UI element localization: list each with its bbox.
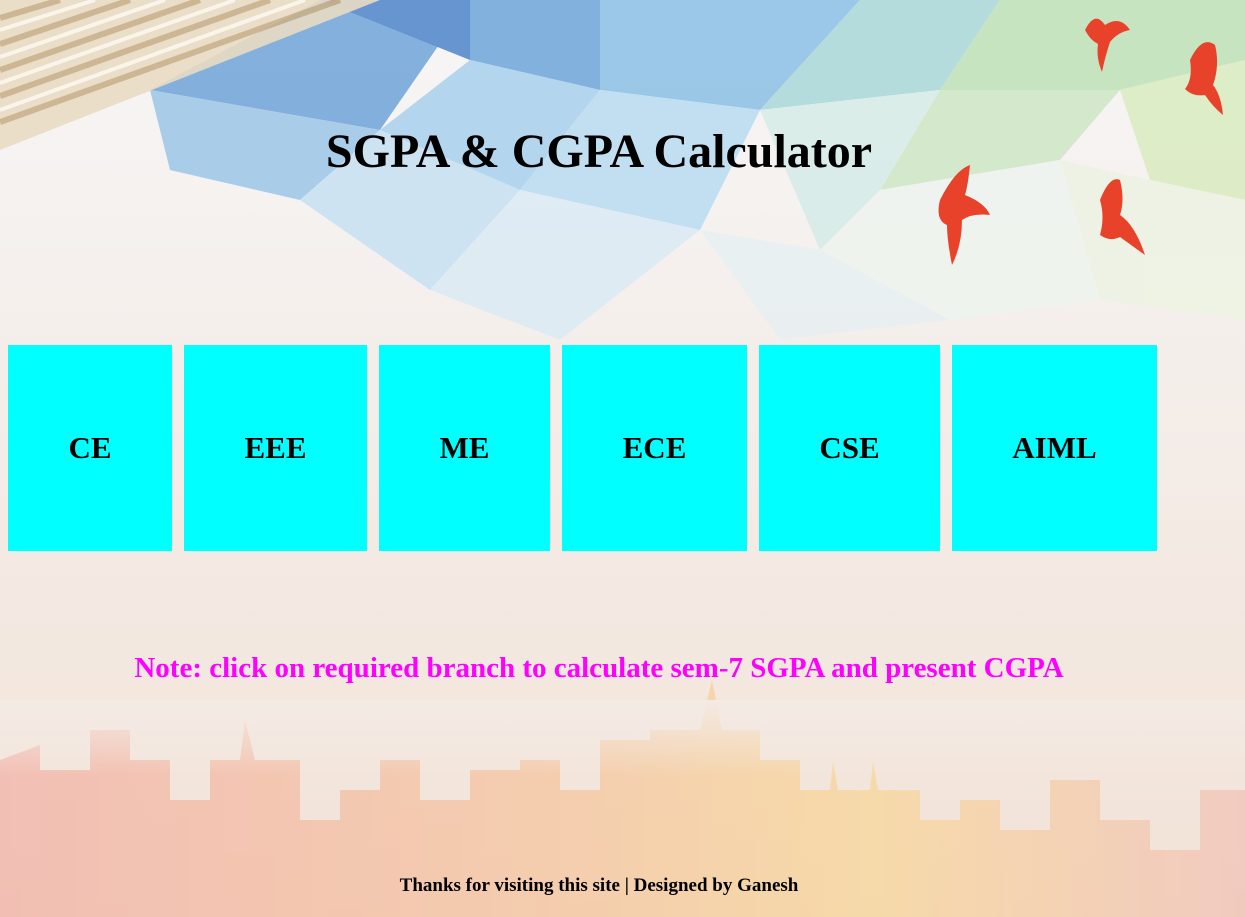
instruction-note: Note: click on required branch to calcul… bbox=[134, 652, 1064, 684]
branch-button-eee[interactable]: EEE bbox=[184, 345, 367, 551]
page-title: SGPA & CGPA Calculator bbox=[325, 125, 873, 178]
footer-credit: Thanks for visiting this site | Designed… bbox=[399, 875, 799, 896]
branch-button-cse[interactable]: CSE bbox=[759, 345, 940, 551]
branch-button-ece[interactable]: ECE bbox=[562, 345, 747, 551]
branch-button-aiml[interactable]: AIML bbox=[952, 345, 1157, 551]
branch-button-me[interactable]: ME bbox=[379, 345, 550, 551]
branch-button-ce[interactable]: CE bbox=[8, 345, 172, 551]
